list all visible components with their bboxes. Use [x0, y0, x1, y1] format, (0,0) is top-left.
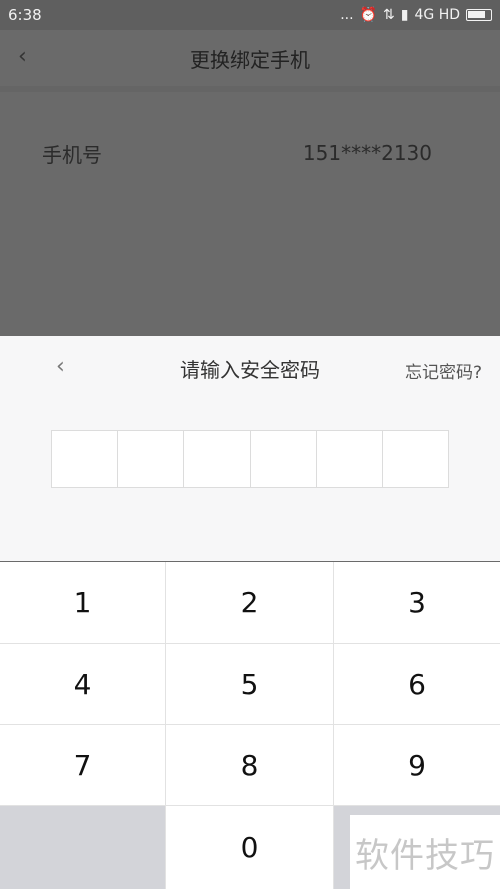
- watermark: 软件技巧: [350, 815, 500, 889]
- pin-input[interactable]: [51, 430, 449, 488]
- key-3[interactable]: 3: [334, 562, 500, 644]
- pin-box-4: [251, 431, 317, 487]
- forgot-password-link[interactable]: 忘记密码?: [405, 358, 482, 383]
- key-2[interactable]: 2: [166, 562, 334, 644]
- pin-box-6: [383, 431, 448, 487]
- sheet-title: 请输入安全密码: [180, 357, 320, 382]
- phone-row: 手机号 151****2130: [0, 118, 500, 188]
- sheet-header: ‹ 请输入安全密码 忘记密码?: [0, 336, 500, 400]
- key-4[interactable]: 4: [0, 644, 166, 725]
- phone-label: 手机号: [42, 142, 102, 167]
- alarm-icon: ⏰: [359, 7, 378, 23]
- dim-overlay: [0, 188, 500, 336]
- back-chevron-icon[interactable]: ‹: [18, 44, 27, 69]
- sheet-back-chevron-icon[interactable]: ‹: [56, 354, 65, 379]
- status-time: 6:38: [8, 6, 42, 24]
- page-title: 更换绑定手机: [190, 47, 310, 72]
- pin-box-2: [118, 431, 185, 487]
- pin-box-3: [184, 431, 251, 487]
- key-1[interactable]: 1: [0, 562, 166, 644]
- signal-icon: ▮: [400, 7, 409, 23]
- key-0[interactable]: 0: [166, 806, 334, 889]
- key-6[interactable]: 6: [334, 644, 500, 725]
- pin-box-5: [317, 431, 383, 487]
- pin-box-1: [52, 431, 119, 487]
- key-7[interactable]: 7: [0, 725, 166, 806]
- data-arrows-icon: ⇅: [383, 7, 395, 23]
- page-header: ‹ 更换绑定手机: [0, 30, 500, 86]
- key-9[interactable]: 9: [334, 725, 500, 806]
- status-icons: ... ⏰ ⇅ ▮ 4G HD: [340, 7, 492, 23]
- phone-value: 151****2130: [302, 141, 432, 165]
- battery-icon: [466, 9, 492, 21]
- status-bar: 6:38 ... ⏰ ⇅ ▮ 4G HD: [0, 0, 500, 30]
- network-label: 4G HD: [414, 7, 460, 23]
- key-blank: [0, 806, 166, 889]
- more-dots-icon: ...: [340, 7, 354, 23]
- key-5[interactable]: 5: [166, 644, 334, 725]
- divider: [0, 86, 500, 92]
- password-sheet: ‹ 请输入安全密码 忘记密码?: [0, 336, 500, 561]
- key-8[interactable]: 8: [166, 725, 334, 806]
